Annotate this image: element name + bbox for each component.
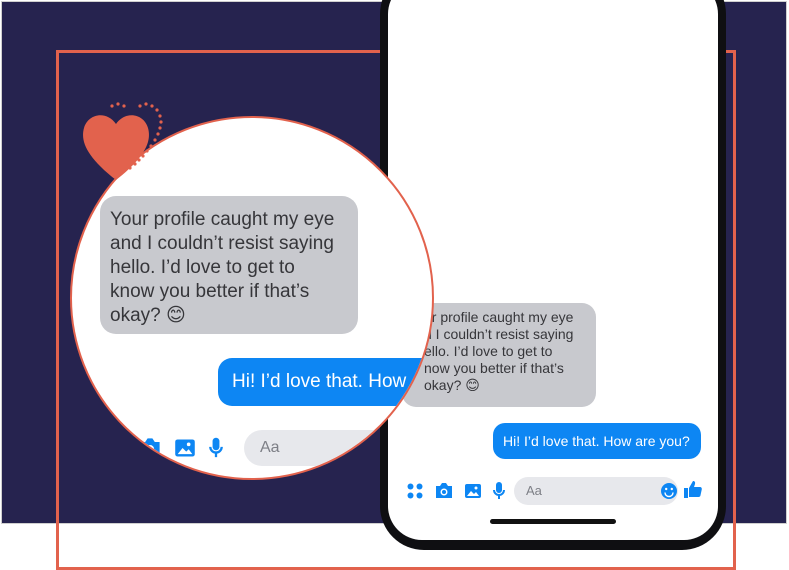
zoom-composer-toolbar: [138, 436, 224, 460]
message-input[interactable]: Aa: [514, 477, 678, 505]
composer-toolbar: [406, 481, 506, 501]
home-indicator: [490, 519, 616, 524]
phone-screen: [388, 0, 718, 540]
image-icon[interactable]: [174, 437, 196, 459]
apps-icon[interactable]: [406, 482, 424, 500]
zoom-message-input[interactable]: Aa: [244, 430, 404, 466]
sent-message-bubble: Hi! I’d love that. How are you?: [493, 423, 701, 459]
emoji-icon[interactable]: [660, 482, 678, 500]
microphone-icon[interactable]: [492, 481, 506, 501]
image-icon[interactable]: [464, 482, 482, 500]
zoom-sent-message-bubble: Hi! I’d love that. How: [218, 358, 432, 406]
zoom-received-message-bubble: Your profile caught my eye and I couldn’…: [100, 196, 358, 334]
heart-icon: [78, 100, 168, 190]
microphone-icon[interactable]: [208, 436, 224, 460]
camera-icon[interactable]: [434, 482, 454, 500]
camera-icon[interactable]: [138, 437, 162, 459]
thumbs-up-icon[interactable]: [683, 479, 703, 499]
